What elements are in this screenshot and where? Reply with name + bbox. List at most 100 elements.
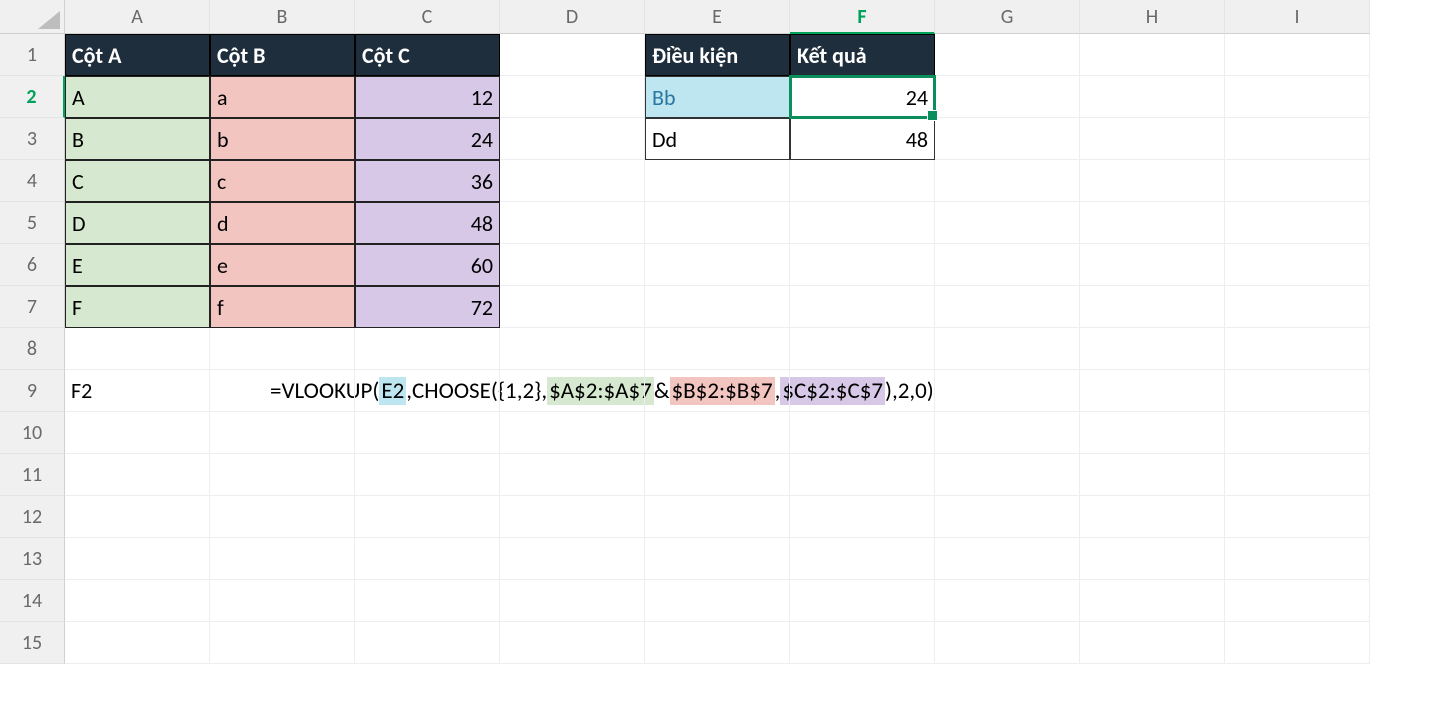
- cell-I2[interactable]: [1225, 76, 1370, 118]
- cell-H5[interactable]: [1080, 202, 1225, 244]
- cell-F12[interactable]: [790, 496, 935, 538]
- cell-A5[interactable]: D: [65, 202, 210, 244]
- cell-D7[interactable]: [500, 286, 645, 328]
- cell-I15[interactable]: [1225, 622, 1370, 664]
- cell-D3[interactable]: [500, 118, 645, 160]
- cell-G12[interactable]: [935, 496, 1080, 538]
- col-H[interactable]: H: [1080, 0, 1225, 34]
- cell-A7[interactable]: F: [65, 286, 210, 328]
- cell-F7[interactable]: [790, 286, 935, 328]
- cell-C7[interactable]: 72: [355, 286, 500, 328]
- cell-H8[interactable]: [1080, 328, 1225, 370]
- cell-A15[interactable]: [65, 622, 210, 664]
- cell-F4[interactable]: [790, 160, 935, 202]
- cell-F3[interactable]: 48: [790, 118, 935, 160]
- cell-F14[interactable]: [790, 580, 935, 622]
- cell-A1[interactable]: Cột A: [65, 34, 210, 76]
- cell-H6[interactable]: [1080, 244, 1225, 286]
- cell-H12[interactable]: [1080, 496, 1225, 538]
- cell-A3[interactable]: B: [65, 118, 210, 160]
- cell-I5[interactable]: [1225, 202, 1370, 244]
- cell-E6[interactable]: [645, 244, 790, 286]
- cell-D14[interactable]: [500, 580, 645, 622]
- col-F[interactable]: F: [790, 0, 935, 34]
- cell-C4[interactable]: 36: [355, 160, 500, 202]
- row-4[interactable]: 4: [0, 160, 65, 202]
- cell-I14[interactable]: [1225, 580, 1370, 622]
- col-C[interactable]: C: [355, 0, 500, 34]
- cell-I13[interactable]: [1225, 538, 1370, 580]
- cell-H2[interactable]: [1080, 76, 1225, 118]
- cell-B11[interactable]: [210, 454, 355, 496]
- row-12[interactable]: 12: [0, 496, 65, 538]
- cell-I10[interactable]: [1225, 412, 1370, 454]
- cell-E12[interactable]: [645, 496, 790, 538]
- cell-D15[interactable]: [500, 622, 645, 664]
- cell-B7[interactable]: f: [210, 286, 355, 328]
- cell-I4[interactable]: [1225, 160, 1370, 202]
- cell-B4[interactable]: c: [210, 160, 355, 202]
- cell-A4[interactable]: C: [65, 160, 210, 202]
- cell-H11[interactable]: [1080, 454, 1225, 496]
- cell-C1[interactable]: Cột C: [355, 34, 500, 76]
- cell-E10[interactable]: [645, 412, 790, 454]
- row-3[interactable]: 3: [0, 118, 65, 160]
- cell-B15[interactable]: [210, 622, 355, 664]
- cell-E1[interactable]: Điều kiện: [645, 34, 790, 76]
- cell-C8[interactable]: [355, 328, 500, 370]
- cell-A2[interactable]: A: [65, 76, 210, 118]
- cell-F10[interactable]: [790, 412, 935, 454]
- cell-C3[interactable]: 24: [355, 118, 500, 160]
- cell-C11[interactable]: [355, 454, 500, 496]
- cell-H9[interactable]: [1080, 370, 1225, 412]
- row-6[interactable]: 6: [0, 244, 65, 286]
- cell-G15[interactable]: [935, 622, 1080, 664]
- cell-A6[interactable]: E: [65, 244, 210, 286]
- cell-A14[interactable]: [65, 580, 210, 622]
- cell-D13[interactable]: [500, 538, 645, 580]
- cell-D2[interactable]: [500, 76, 645, 118]
- cell-G11[interactable]: [935, 454, 1080, 496]
- cell-B10[interactable]: [210, 412, 355, 454]
- cell-D6[interactable]: [500, 244, 645, 286]
- cell-D10[interactable]: [500, 412, 645, 454]
- cell-B1[interactable]: Cột B: [210, 34, 355, 76]
- cell-E7[interactable]: [645, 286, 790, 328]
- cell-C14[interactable]: [355, 580, 500, 622]
- cell-G7[interactable]: [935, 286, 1080, 328]
- cell-E8[interactable]: [645, 328, 790, 370]
- cell-H7[interactable]: [1080, 286, 1225, 328]
- cell-H14[interactable]: [1080, 580, 1225, 622]
- cell-I11[interactable]: [1225, 454, 1370, 496]
- cell-D12[interactable]: [500, 496, 645, 538]
- cell-A12[interactable]: [65, 496, 210, 538]
- cell-F5[interactable]: [790, 202, 935, 244]
- row-14[interactable]: 14: [0, 580, 65, 622]
- cell-F8[interactable]: [790, 328, 935, 370]
- cell-I8[interactable]: [1225, 328, 1370, 370]
- cell-E5[interactable]: [645, 202, 790, 244]
- cell-E11[interactable]: [645, 454, 790, 496]
- cell-G8[interactable]: [935, 328, 1080, 370]
- cell-C9[interactable]: [355, 370, 500, 412]
- cell-D5[interactable]: [500, 202, 645, 244]
- cell-G10[interactable]: [935, 412, 1080, 454]
- cell-F2[interactable]: 24: [790, 76, 935, 118]
- cell-C10[interactable]: [355, 412, 500, 454]
- cell-B14[interactable]: [210, 580, 355, 622]
- col-G[interactable]: G: [935, 0, 1080, 34]
- cell-F1[interactable]: Kết quả: [790, 34, 935, 76]
- cell-A9[interactable]: F2 =VLOOKUP(E2,CHOOSE({1,2},$A$2:$A$7&$B…: [65, 370, 210, 412]
- cell-E9[interactable]: [645, 370, 790, 412]
- cell-G4[interactable]: [935, 160, 1080, 202]
- cell-I7[interactable]: [1225, 286, 1370, 328]
- cell-D11[interactable]: [500, 454, 645, 496]
- cell-I9[interactable]: [1225, 370, 1370, 412]
- col-B[interactable]: B: [210, 0, 355, 34]
- cell-F9[interactable]: [790, 370, 935, 412]
- cell-A11[interactable]: [65, 454, 210, 496]
- cell-G9[interactable]: [935, 370, 1080, 412]
- cell-E13[interactable]: [645, 538, 790, 580]
- cell-F15[interactable]: [790, 622, 935, 664]
- cell-D1[interactable]: [500, 34, 645, 76]
